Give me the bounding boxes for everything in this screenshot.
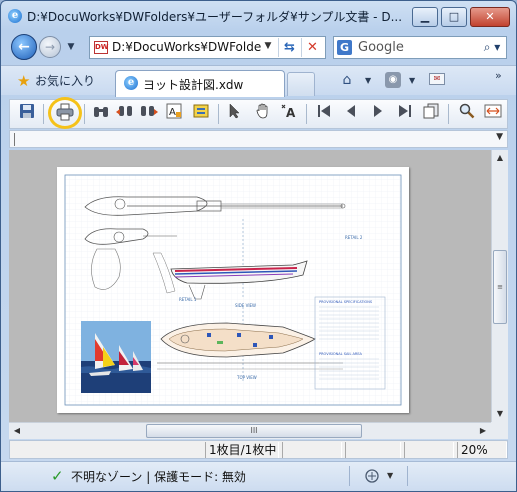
- feeds-dropdown[interactable]: ▼: [409, 76, 415, 85]
- new-tab-button[interactable]: [287, 72, 315, 96]
- address-dropdown[interactable]: ▼: [262, 41, 274, 51]
- status-cell-empty-1: [282, 442, 342, 458]
- tab-label: ヨット設計図.xdw: [143, 78, 244, 92]
- zoom-icon[interactable]: [456, 103, 478, 125]
- chevron-more-icon[interactable]: »: [495, 69, 502, 82]
- status-cell-empty-3: [404, 442, 454, 458]
- stop-button[interactable]: ✕: [301, 38, 323, 57]
- address-bar[interactable]: DW D:¥DocuWorks¥DWFolde ▼ ⇆ ✕: [89, 36, 326, 59]
- favorites-button[interactable]: ★ お気に入り: [15, 71, 99, 91]
- search-button[interactable]: ⌕ ▾: [480, 39, 504, 56]
- navigation-bar: ← → ▼ DW D:¥DocuWorks¥DWFolde ▼ ⇆ ✕ G Go…: [1, 31, 516, 63]
- status-cell-empty-2: [345, 442, 401, 458]
- select-pointer-icon[interactable]: [224, 103, 246, 125]
- next-page-icon[interactable]: [367, 103, 389, 125]
- binoculars-next-icon[interactable]: [138, 103, 160, 125]
- page-indicator: 1枚目/1枚中: [205, 442, 279, 458]
- annotation-icon[interactable]: [190, 103, 212, 125]
- back-button[interactable]: ←: [11, 34, 37, 60]
- first-page-icon[interactable]: [313, 103, 335, 125]
- prev-page-icon[interactable]: [340, 103, 362, 125]
- mail-icon[interactable]: ✉: [429, 73, 445, 85]
- forward-button[interactable]: →: [39, 36, 61, 58]
- browser-window: e D:¥DocuWorks¥DWFolders¥ユーザーフォルダ¥サンプル文書…: [0, 0, 517, 492]
- fit-width-icon[interactable]: [482, 103, 504, 125]
- tab-active[interactable]: e ヨット設計図.xdw: [115, 70, 285, 97]
- star-icon: ★: [17, 72, 31, 90]
- hand-icon[interactable]: [252, 103, 274, 125]
- svg-text:A: A: [286, 106, 296, 119]
- label-specifications: PROVISIONAL SPECIFICATIONS: [319, 300, 373, 304]
- title-bar: e D:¥DocuWorks¥DWFolders¥ユーザーフォルダ¥サンプル文書…: [1, 1, 516, 29]
- address-input[interactable]: D:¥DocuWorks¥DWFolde: [112, 40, 262, 54]
- scroll-corner: [491, 422, 508, 439]
- label-side-view: SIDE VIEW: [235, 303, 256, 308]
- refresh-button[interactable]: ⇆: [278, 38, 300, 57]
- pages-icon[interactable]: [420, 103, 442, 125]
- favorites-label: お気に入り: [35, 74, 96, 88]
- search-input[interactable]: Google: [358, 40, 404, 55]
- browser-zoom-icon[interactable]: [364, 468, 382, 487]
- document-status-bar: 1枚目/1枚中 20%: [9, 440, 508, 459]
- binoculars-icon[interactable]: [90, 103, 112, 125]
- google-icon: G: [337, 40, 352, 55]
- text-search-icon[interactable]: A: [163, 103, 185, 125]
- close-button[interactable]: ✕: [470, 7, 510, 27]
- favorites-bar: ★ お気に入り e ヨット設計図.xdw ⌂ ▼ ◉ ▼ ✉ »: [1, 65, 516, 97]
- label-retail1: RETAIL 1: [179, 297, 197, 302]
- selector-field[interactable]: [14, 133, 22, 146]
- minimize-button[interactable]: ▁: [412, 7, 438, 27]
- scroll-left-button[interactable]: ◀: [9, 423, 25, 439]
- maximize-button[interactable]: □: [441, 7, 467, 27]
- document-page: RETAIL 1 SIDE VIEW RETAIL 2 TOP VIEW PRO…: [57, 167, 409, 413]
- feeds-icon[interactable]: ◉: [385, 72, 401, 88]
- search-box[interactable]: G Google ⌕ ▾: [333, 36, 507, 59]
- selector-dropdown[interactable]: ▼: [496, 132, 503, 142]
- window-title: D:¥DocuWorks¥DWFolders¥ユーザーフォルダ¥サンプル文書 -…: [27, 10, 403, 24]
- label-top-view: TOP VIEW: [236, 375, 257, 380]
- vertical-scroll-thumb[interactable]: ≡: [493, 250, 507, 324]
- last-page-icon[interactable]: [394, 103, 416, 125]
- horizontal-scroll-thumb[interactable]: III: [146, 424, 362, 438]
- horizontal-scrollbar[interactable]: ◀ III ▶: [9, 422, 491, 439]
- binoculars-prev-icon[interactable]: [114, 103, 136, 125]
- document-view[interactable]: RETAIL 1 SIDE VIEW RETAIL 2 TOP VIEW PRO…: [9, 150, 491, 422]
- ie-icon: e: [8, 9, 22, 23]
- label-retail2: RETAIL 2: [345, 235, 363, 240]
- svg-text:A: A: [169, 107, 176, 118]
- browser-zoom-dropdown[interactable]: ▼: [387, 471, 393, 480]
- home-icon[interactable]: ⌂: [339, 72, 355, 88]
- scroll-down-button[interactable]: ▼: [492, 406, 508, 422]
- security-zone-text[interactable]: 不明なゾーン | 保護モード: 無効: [71, 468, 246, 485]
- text-select-icon[interactable]: A: [278, 103, 300, 125]
- docuworks-toolbar: A A: [9, 97, 508, 129]
- label-sail-area: PROVISIONAL SAIL AREA: [319, 352, 363, 356]
- home-dropdown[interactable]: ▼: [365, 76, 371, 85]
- sailboat-photo: [81, 321, 151, 393]
- checkmark-icon: ✓: [51, 467, 64, 485]
- vertical-scrollbar[interactable]: ▲ ≡ ▼: [491, 150, 508, 422]
- scroll-right-button[interactable]: ▶: [475, 423, 491, 439]
- zoom-level: 20%: [457, 442, 507, 458]
- ie-tab-icon: e: [124, 76, 138, 90]
- print-highlight-circle: [48, 97, 82, 129]
- browser-status-bar: ✓ 不明なゾーン | 保護モード: 無効 ▼: [1, 461, 516, 491]
- scroll-up-button[interactable]: ▲: [492, 150, 508, 166]
- save-icon[interactable]: [16, 103, 38, 125]
- docuworks-file-icon: DW: [94, 41, 109, 54]
- recent-pages-dropdown[interactable]: ▼: [65, 41, 77, 53]
- annotation-selector-bar[interactable]: ▼: [9, 130, 508, 148]
